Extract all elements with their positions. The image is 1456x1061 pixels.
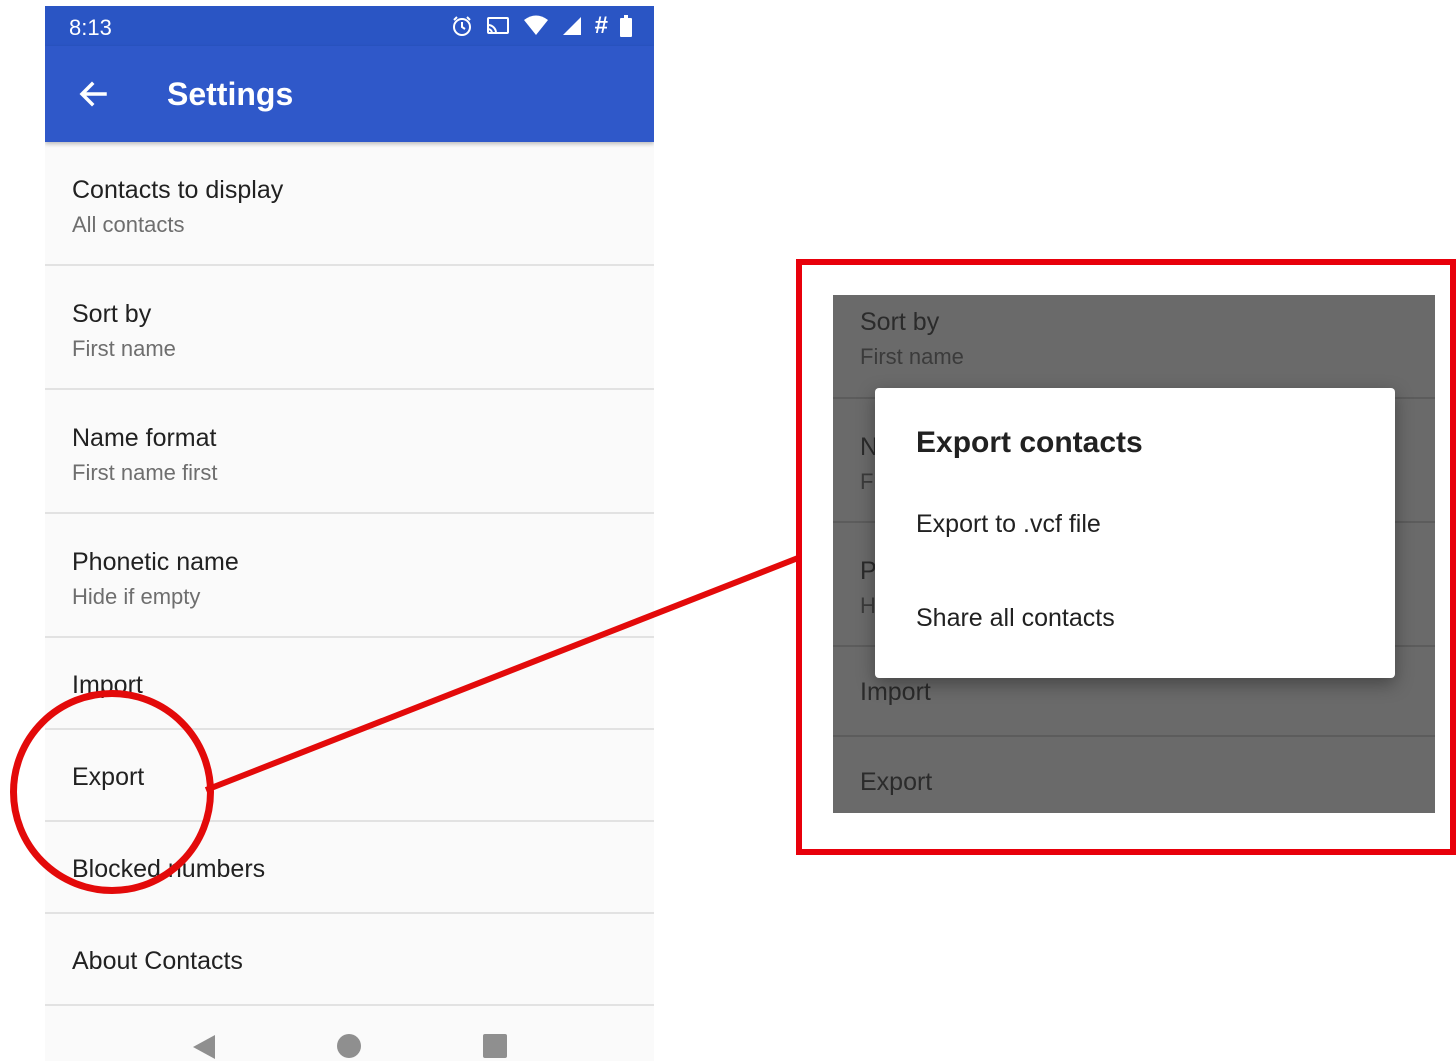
phone-screen: 8:13 # Settings Contacts to display All … [45, 6, 654, 1061]
setting-phonetic-name[interactable]: Phonetic name Hide if empty [45, 514, 654, 638]
zoom-row-title: Import [860, 678, 931, 706]
page-title: Settings [167, 76, 294, 112]
setting-value: First name [72, 336, 176, 361]
status-bar: 8:13 # [45, 6, 654, 46]
status-time: 8:13 [69, 15, 112, 40]
setting-value: Hide if empty [72, 584, 201, 609]
battery-icon [620, 15, 632, 37]
status-icons: # [451, 12, 632, 40]
cast-icon [486, 17, 509, 34]
setting-title: About Contacts [72, 947, 243, 975]
setting-title: Phonetic name [72, 548, 239, 576]
annotation-circle [10, 690, 214, 894]
setting-value: All contacts [72, 212, 185, 237]
hash-icon: # [594, 12, 608, 39]
setting-name-format[interactable]: Name format First name first [45, 390, 654, 514]
nav-recents-icon[interactable] [483, 1034, 507, 1058]
zoom-row-value: First name [860, 344, 964, 369]
alarm-icon [452, 16, 471, 36]
nav-back-icon[interactable] [191, 1034, 217, 1060]
dialog-title: Export contacts [916, 426, 1143, 459]
wifi-icon [523, 15, 548, 35]
share-all-contacts-option[interactable]: Share all contacts [916, 604, 1115, 633]
zoom-row-title: Sort by [860, 308, 940, 336]
setting-sort-by[interactable]: Sort by First name [45, 266, 654, 390]
setting-title: Sort by [72, 300, 152, 328]
setting-title: Contacts to display [72, 176, 284, 204]
zoom-row-export: Export [833, 737, 1435, 813]
system-nav-bar [45, 1024, 654, 1061]
setting-contacts-to-display[interactable]: Contacts to display All contacts [45, 142, 654, 266]
zoom-row-sort-by: Sort by First name [833, 295, 1435, 399]
zoom-row-title: Export [860, 768, 933, 796]
arrow-left-icon[interactable] [75, 76, 111, 112]
setting-about-contacts[interactable]: About Contacts [45, 914, 654, 1006]
signal-icon [562, 17, 581, 35]
nav-home-icon[interactable] [337, 1034, 361, 1058]
setting-title: Name format [72, 424, 217, 452]
zoom-row-value: H [860, 593, 876, 618]
setting-value: First name first [72, 460, 218, 485]
export-vcf-option[interactable]: Export to .vcf file [916, 510, 1101, 539]
export-contacts-dialog: Export contacts Export to .vcf file Shar… [875, 388, 1395, 678]
app-bar: Settings [45, 46, 654, 142]
